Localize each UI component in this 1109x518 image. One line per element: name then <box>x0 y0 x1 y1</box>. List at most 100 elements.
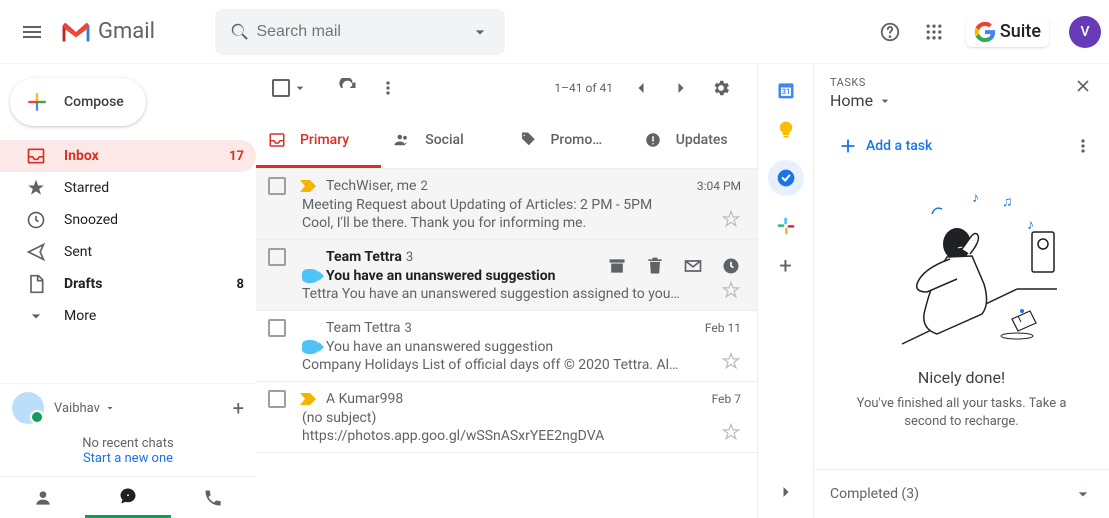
email-snippet: Company Holidays List of official days o… <box>302 357 741 373</box>
collapse-addons-button[interactable] <box>776 482 796 502</box>
tasks-done-title: Nicely done! <box>918 368 1005 387</box>
sidebar-item-label: Sent <box>64 244 244 260</box>
search-input[interactable] <box>256 23 463 41</box>
important-marker[interactable] <box>300 393 318 405</box>
phone-icon <box>203 488 223 508</box>
get-addons-button[interactable]: + <box>776 256 796 276</box>
archive-button[interactable] <box>599 248 635 284</box>
chevron-down-icon <box>1073 484 1093 504</box>
email-row[interactable]: A Kumar998 Feb 7 (no subject) https://ph… <box>256 382 757 453</box>
calendar-addon[interactable]: 31 <box>776 80 796 100</box>
sidebar-item-snoozed[interactable]: Snoozed <box>0 204 256 236</box>
sidebar-item-label: Snoozed <box>64 212 244 228</box>
apps-icon <box>924 22 944 42</box>
nicely-done-illustration: ♪ ♫ ♪ <box>862 184 1062 354</box>
more-actions-button[interactable] <box>368 68 408 108</box>
hangouts-contacts-tab[interactable] <box>0 477 85 518</box>
star-button[interactable] <box>721 422 741 442</box>
hangouts-username: Vaibhav <box>54 401 100 416</box>
email-row[interactable]: TechWiser, me 2 3:04 PM Meeting Request … <box>256 169 757 240</box>
email-date: Feb 11 <box>705 321 741 335</box>
email-snippet: https://photos.app.goo.gl/wSSnASxrYEE2ng… <box>302 428 741 444</box>
hangouts-add-button[interactable]: + <box>233 396 244 420</box>
slack-icon <box>776 216 796 236</box>
compose-button[interactable]: Compose <box>10 78 146 126</box>
star-button[interactable] <box>721 280 741 300</box>
inbox-tabs: Primary Social Promo… Updates <box>256 112 757 169</box>
settings-button[interactable] <box>701 68 741 108</box>
pagination-label: 1–41 of 41 <box>554 81 613 95</box>
gsuite-badge[interactable]: Suite <box>966 17 1049 47</box>
email-date: Feb 7 <box>712 392 741 406</box>
star-button[interactable] <box>721 351 741 371</box>
email-checkbox[interactable] <box>268 177 286 195</box>
email-hover-actions <box>599 248 749 284</box>
search-options-button[interactable] <box>463 22 497 42</box>
email-row[interactable]: Team Tettra 3 Feb 11 You have an unanswe… <box>256 311 757 382</box>
mark-read-button[interactable] <box>675 248 711 284</box>
hangouts-chat-tab[interactable] <box>85 477 170 518</box>
tasks-empty-state: ♪ ♫ ♪ Nicely done! <box>814 174 1109 469</box>
sidebar-item-count: 17 <box>229 149 244 164</box>
keep-addon[interactable] <box>776 120 796 140</box>
completed-tasks-toggle[interactable]: Completed (3) <box>814 469 1109 518</box>
star-button[interactable] <box>721 209 741 229</box>
select-all-checkbox[interactable] <box>272 79 290 97</box>
tab-primary[interactable]: Primary <box>256 112 381 168</box>
gmail-logo-text: Gmail <box>98 19 155 44</box>
chevron-right-icon <box>671 78 691 98</box>
tasks-menu-button[interactable] <box>1073 136 1093 156</box>
email-thread-count: 3 <box>406 250 413 265</box>
apps-button[interactable] <box>914 12 954 52</box>
tasks-close-button[interactable] <box>1073 76 1093 96</box>
sidebar-item-sent[interactable]: Sent <box>0 236 256 268</box>
email-checkbox[interactable] <box>268 390 286 408</box>
add-task-label[interactable]: Add a task <box>866 138 932 154</box>
sidebar-item-starred[interactable]: Starred <box>0 172 256 204</box>
email-list: TechWiser, me 2 3:04 PM Meeting Request … <box>256 169 757 518</box>
sidebar-item-inbox[interactable]: Inbox 17 <box>0 140 256 172</box>
tasks-addon[interactable] <box>768 160 804 196</box>
no-chats-label: No recent chats <box>0 436 256 451</box>
email-checkbox[interactable] <box>268 248 286 266</box>
gmail-logo[interactable]: Gmail <box>60 19 155 44</box>
more-vert-icon <box>378 78 398 98</box>
tasks-header-label: TASKS <box>830 76 1073 89</box>
hangouts-user[interactable]: Vaibhav + <box>0 384 256 432</box>
svg-text:31: 31 <box>781 87 790 96</box>
next-page-button[interactable] <box>661 68 701 108</box>
support-button[interactable] <box>870 12 910 52</box>
hangouts-phone-tab[interactable] <box>171 477 256 518</box>
sidebar-item-label: Starred <box>64 180 244 196</box>
tettra-icon <box>302 269 320 283</box>
search-icon[interactable] <box>223 21 257 43</box>
sidebar-item-more[interactable]: More <box>0 300 256 332</box>
compose-label: Compose <box>64 94 124 110</box>
email-checkbox[interactable] <box>268 319 286 337</box>
drafts-icon <box>26 274 46 294</box>
add-task-button[interactable] <box>830 128 866 164</box>
clock-icon <box>721 256 741 276</box>
account-avatar[interactable]: V <box>1069 16 1101 48</box>
prev-page-button[interactable] <box>621 68 661 108</box>
email-sender: TechWiser, me <box>326 178 416 194</box>
tab-social[interactable]: Social <box>381 112 506 168</box>
sidebar-item-drafts[interactable]: Drafts 8 <box>0 268 256 300</box>
important-marker[interactable] <box>300 180 318 192</box>
email-subject: Meeting Request about Updating of Articl… <box>302 197 741 213</box>
sidebar-item-label: Inbox <box>64 148 229 164</box>
select-dropdown[interactable] <box>292 80 308 96</box>
main-menu-button[interactable] <box>8 8 56 56</box>
tab-promotions[interactable]: Promo… <box>507 112 632 168</box>
tab-updates[interactable]: Updates <box>632 112 757 168</box>
snooze-button[interactable] <box>713 248 749 284</box>
tasks-list-selector[interactable]: Home <box>830 91 1073 110</box>
search-bar[interactable] <box>215 9 505 55</box>
refresh-button[interactable] <box>328 68 368 108</box>
start-chat-link[interactable]: Start a new one <box>0 451 256 466</box>
slack-addon[interactable] <box>776 216 796 236</box>
delete-button[interactable] <box>637 248 673 284</box>
plus-icon <box>837 135 859 157</box>
sidebar-item-label: More <box>64 308 244 324</box>
email-row[interactable]: Team Tettra 3 You have an unanswered sug… <box>256 240 757 311</box>
